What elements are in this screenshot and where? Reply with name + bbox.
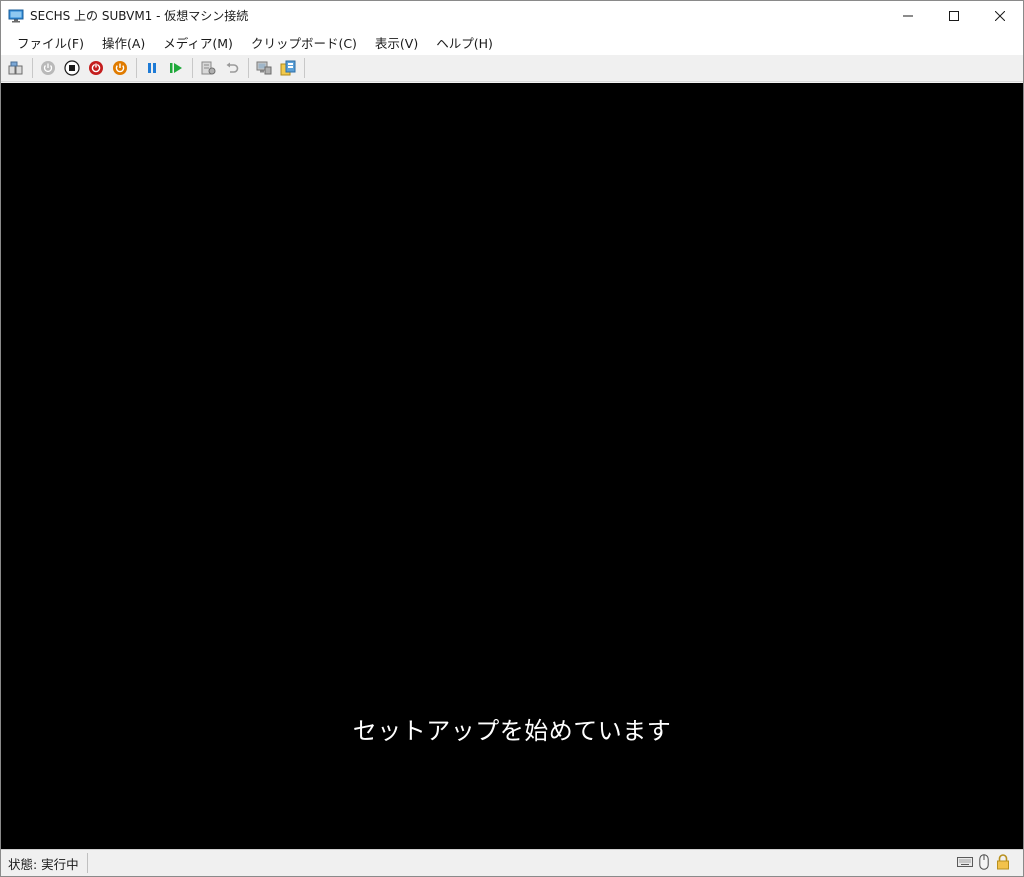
mouse-indicator <box>976 854 992 870</box>
minimize-button[interactable] <box>885 1 931 30</box>
keyboard-indicator <box>957 854 973 870</box>
start-icon <box>41 61 55 75</box>
vm-connection-window: SECHS 上の SUBVM1 - 仮想マシン接続 ファイル(F) 操作(A) … <box>0 0 1024 877</box>
maximize-icon <box>949 10 959 21</box>
caption-buttons <box>885 1 1023 30</box>
toolbar-separator <box>32 58 33 78</box>
resume-icon <box>170 63 182 73</box>
toolbar <box>1 55 1023 82</box>
save-icon <box>113 61 127 75</box>
start-button[interactable] <box>37 57 59 79</box>
toolbar-separator <box>136 58 137 78</box>
vm-connection-app-icon <box>8 9 24 22</box>
share-icon <box>280 60 296 76</box>
ctrl-alt-del-icon <box>8 61 23 75</box>
enhanced-session-icon <box>256 61 272 75</box>
close-icon <box>995 10 1005 21</box>
vm-display[interactable]: セットアップを始めています <box>1 83 1023 849</box>
setup-status-message: セットアップを始めています <box>352 717 672 745</box>
lock-indicator <box>995 854 1011 870</box>
window-title: SECHS 上の SUBVM1 - 仮想マシン接続 <box>30 9 249 23</box>
toolbar-separator <box>248 58 249 78</box>
shut-down-button[interactable] <box>85 57 107 79</box>
minimize-icon <box>903 15 913 16</box>
checkpoint-icon <box>201 61 216 75</box>
lock-icon <box>997 854 1009 870</box>
toolbar-separator <box>304 58 305 78</box>
vm-state-text: 状態: 実行中 <box>8 856 79 872</box>
checkpoint-button[interactable] <box>197 57 219 79</box>
menu-bar: ファイル(F) 操作(A) メディア(M) クリップボード(C) 表示(V) ヘ… <box>1 30 1023 55</box>
menu-action[interactable]: 操作(A) <box>93 30 154 55</box>
share-button[interactable] <box>277 57 299 79</box>
status-icons <box>957 854 1011 870</box>
revert-button[interactable] <box>221 57 243 79</box>
pause-button[interactable] <box>141 57 163 79</box>
pause-icon <box>148 63 156 73</box>
menu-help[interactable]: ヘルプ(H) <box>427 30 502 55</box>
status-separator <box>86 853 88 873</box>
menu-file[interactable]: ファイル(F) <box>8 30 93 55</box>
shut-down-icon <box>89 61 103 75</box>
maximize-button[interactable] <box>931 1 977 30</box>
turn-off-button[interactable] <box>61 57 83 79</box>
mouse-icon <box>979 854 989 870</box>
ctrl-alt-del-button[interactable] <box>5 57 27 79</box>
save-button[interactable] <box>109 57 131 79</box>
revert-icon <box>226 62 239 73</box>
menu-clipboard[interactable]: クリップボード(C) <box>242 30 366 55</box>
turn-off-icon <box>64 60 80 76</box>
title-bar[interactable]: SECHS 上の SUBVM1 - 仮想マシン接続 <box>1 1 1023 30</box>
menu-view[interactable]: 表示(V) <box>366 30 427 55</box>
close-button[interactable] <box>977 1 1023 30</box>
resume-button[interactable] <box>165 57 187 79</box>
enhanced-session-button[interactable] <box>253 57 275 79</box>
toolbar-separator <box>192 58 193 78</box>
status-bar: 状態: 実行中 <box>1 849 1023 876</box>
keyboard-icon <box>957 857 973 867</box>
menu-media[interactable]: メディア(M) <box>154 30 242 55</box>
